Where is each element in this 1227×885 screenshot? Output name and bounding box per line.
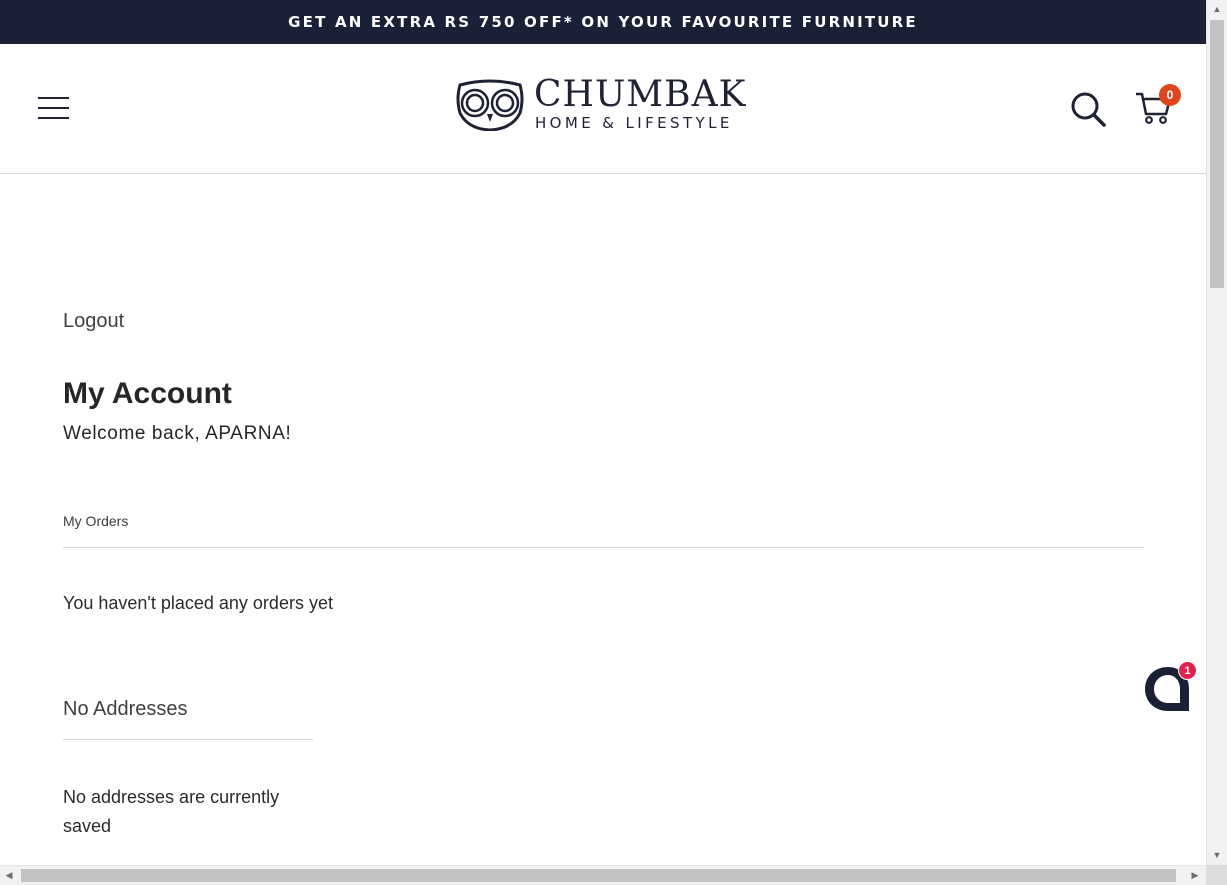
scroll-left-arrow-icon[interactable]: ◀	[0, 866, 18, 885]
addresses-heading: No Addresses	[63, 698, 188, 720]
scroll-up-arrow-icon[interactable]: ▲	[1207, 0, 1227, 18]
page-title: My Account	[63, 377, 232, 410]
scroll-down-arrow-icon[interactable]: ▼	[1207, 846, 1227, 864]
brand-logo[interactable]: CHUMBAK HOME & LIFESTYLE	[456, 74, 756, 137]
horizontal-scroll-thumb[interactable]	[21, 869, 1176, 882]
welcome-message: Welcome back, APARNA!	[63, 423, 292, 444]
orders-divider	[63, 547, 1144, 548]
vertical-scroll-thumb[interactable]	[1210, 20, 1224, 288]
addresses-divider	[63, 739, 313, 740]
horizontal-scrollbar[interactable]: ◀ ▶	[0, 865, 1206, 885]
hamburger-menu-icon[interactable]	[38, 97, 69, 119]
owl-logo-icon	[456, 79, 524, 131]
scrollbar-corner	[1206, 865, 1227, 885]
site-header: CHUMBAK HOME & LIFESTYLE	[0, 44, 1206, 174]
search-icon[interactable]	[1069, 90, 1107, 128]
page: GET AN EXTRA RS 750 OFF* ON YOUR FAVOURI…	[0, 0, 1206, 865]
vertical-scrollbar[interactable]: ▲ ▼	[1206, 0, 1227, 865]
scroll-right-arrow-icon[interactable]: ▶	[1186, 866, 1204, 885]
cart-count-badge[interactable]: 0	[1159, 84, 1181, 106]
addresses-empty-message: No addresses are currently saved	[63, 787, 280, 836]
chat-notification-badge[interactable]: 1	[1178, 661, 1197, 680]
orders-empty-message: You haven't placed any orders yet	[63, 593, 333, 613]
logout-link[interactable]: Logout	[63, 310, 124, 333]
brand-tagline: HOME & LIFESTYLE	[535, 114, 733, 132]
brand-name: CHUMBAK	[534, 74, 747, 115]
announcement-bar[interactable]: GET AN EXTRA RS 750 OFF* ON YOUR FAVOURI…	[0, 0, 1206, 44]
announcement-text[interactable]: GET AN EXTRA RS 750 OFF* ON YOUR FAVOURI…	[288, 13, 918, 31]
orders-heading: My Orders	[63, 513, 129, 529]
